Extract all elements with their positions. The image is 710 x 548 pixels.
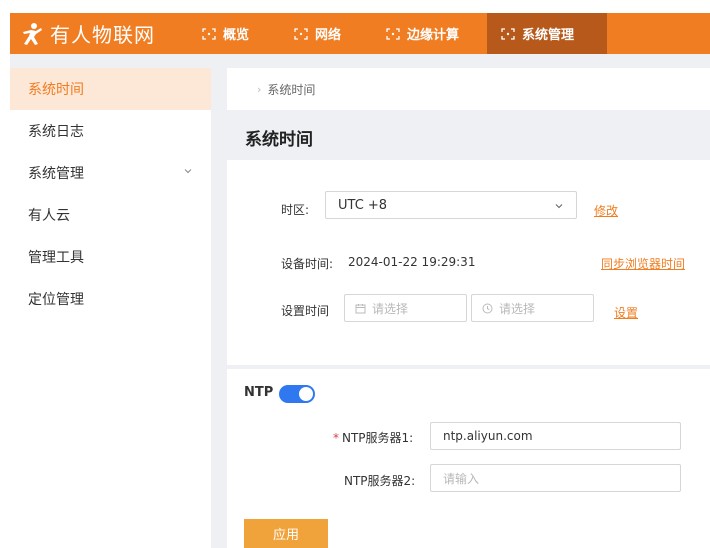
nav-tab-network[interactable]: 网络 (280, 13, 355, 54)
sidebar-item-label: 定位管理 (28, 292, 84, 308)
nav-tab-overview[interactable]: 概览 (188, 13, 263, 54)
timezone-select[interactable]: UTC +8 (325, 191, 577, 219)
breadcrumb: › 系统时间 (227, 68, 710, 110)
nav-tab-label: 网络 (315, 28, 342, 43)
breadcrumb-separator-icon: › (257, 82, 262, 96)
ntp-settings-panel: NTP * NTP服务器1: ntp.aliyun.com NTP服务器2: 请输… (227, 369, 710, 548)
set-time-link[interactable]: 设置 (614, 304, 638, 321)
time-settings-panel: 时区: UTC +8 修改 设备时间: 2024-01-22 19:29:31 … (227, 160, 710, 365)
nav-tab-label: 系统管理 (522, 28, 575, 43)
breadcrumb-current[interactable]: 系统时间 (267, 81, 315, 98)
sidebar-item-system-management[interactable]: 系统管理 (10, 152, 211, 194)
ntp-label: NTP (244, 385, 274, 400)
sidebar-item-label: 管理工具 (28, 250, 84, 266)
sidebar-item-label: 系统日志 (28, 124, 84, 140)
nav-tab-edge-computing[interactable]: 边缘计算 (372, 13, 473, 54)
sidebar-item-label: 系统时间 (28, 82, 84, 98)
focus-frame-icon (294, 27, 308, 40)
timezone-value: UTC +8 (338, 197, 388, 213)
focus-frame-icon (202, 27, 216, 40)
nav-tab-label: 边缘计算 (407, 28, 460, 43)
sidebar-item-system-log[interactable]: 系统日志 (10, 110, 211, 152)
ntp-server1-label: * NTP服务器1: (333, 429, 413, 446)
focus-frame-icon (501, 27, 515, 40)
ntp-server1-label-text: NTP服务器1: (342, 431, 414, 445)
device-time-label: 设备时间: (281, 257, 334, 271)
ntp-server1-value: ntp.aliyun.com (443, 429, 533, 443)
sidebar-item-label: 有人云 (28, 208, 70, 224)
ntp-server2-placeholder: 请输入 (443, 471, 480, 486)
chevron-down-icon (555, 204, 563, 209)
nav-tab-label: 概览 (223, 28, 250, 43)
sidebar-item-management-tools[interactable]: 管理工具 (10, 236, 211, 278)
toggle-knob (299, 387, 313, 401)
set-time-label: 设置时间 (281, 304, 330, 318)
sidebar-item-system-time[interactable]: 系统时间 (10, 68, 211, 110)
required-asterisk: * (333, 431, 339, 445)
top-navigation-bar: 有人物联网 概览 网络 边缘计算 系统管理 (10, 13, 710, 54)
ntp-server2-label: NTP服务器2: (344, 474, 416, 488)
page-title: 系统时间 (245, 129, 313, 150)
apply-button[interactable]: 应用 (244, 519, 328, 548)
device-time-value: 2024-01-22 19:29:31 (348, 255, 476, 269)
nav-tab-system-management[interactable]: 系统管理 (487, 13, 607, 54)
modify-timezone-link[interactable]: 修改 (594, 202, 618, 219)
clock-icon (482, 303, 493, 313)
sidebar-item-location-management[interactable]: 定位管理 (10, 278, 211, 320)
time-picker[interactable]: 请选择 (471, 294, 594, 322)
person-logo-icon (23, 22, 42, 45)
apply-button-label: 应用 (272, 528, 299, 543)
chevron-down-icon (184, 169, 192, 174)
brand-name: 有人物联网 (50, 23, 155, 47)
page-title-bar: 系统时间 (227, 114, 710, 160)
time-picker-placeholder: 请选择 (499, 301, 536, 316)
sidebar: 系统时间 系统日志 系统管理 有人云 管理工具 定位管理 (10, 68, 211, 548)
ntp-server1-input[interactable]: ntp.aliyun.com (430, 422, 681, 450)
sidebar-item-label: 系统管理 (28, 166, 84, 182)
date-picker-placeholder: 请选择 (372, 301, 409, 316)
focus-frame-icon (386, 27, 400, 40)
timezone-label: 时区: (281, 203, 310, 217)
date-picker[interactable]: 请选择 (344, 294, 467, 322)
brand-logo[interactable]: 有人物联网 (20, 13, 155, 54)
ntp-toggle[interactable] (279, 385, 315, 403)
sidebar-item-usr-cloud[interactable]: 有人云 (10, 194, 211, 236)
ntp-server2-input[interactable]: 请输入 (430, 464, 681, 492)
sync-browser-time-link[interactable]: 同步浏览器时间 (601, 255, 685, 272)
calendar-icon (355, 303, 366, 313)
